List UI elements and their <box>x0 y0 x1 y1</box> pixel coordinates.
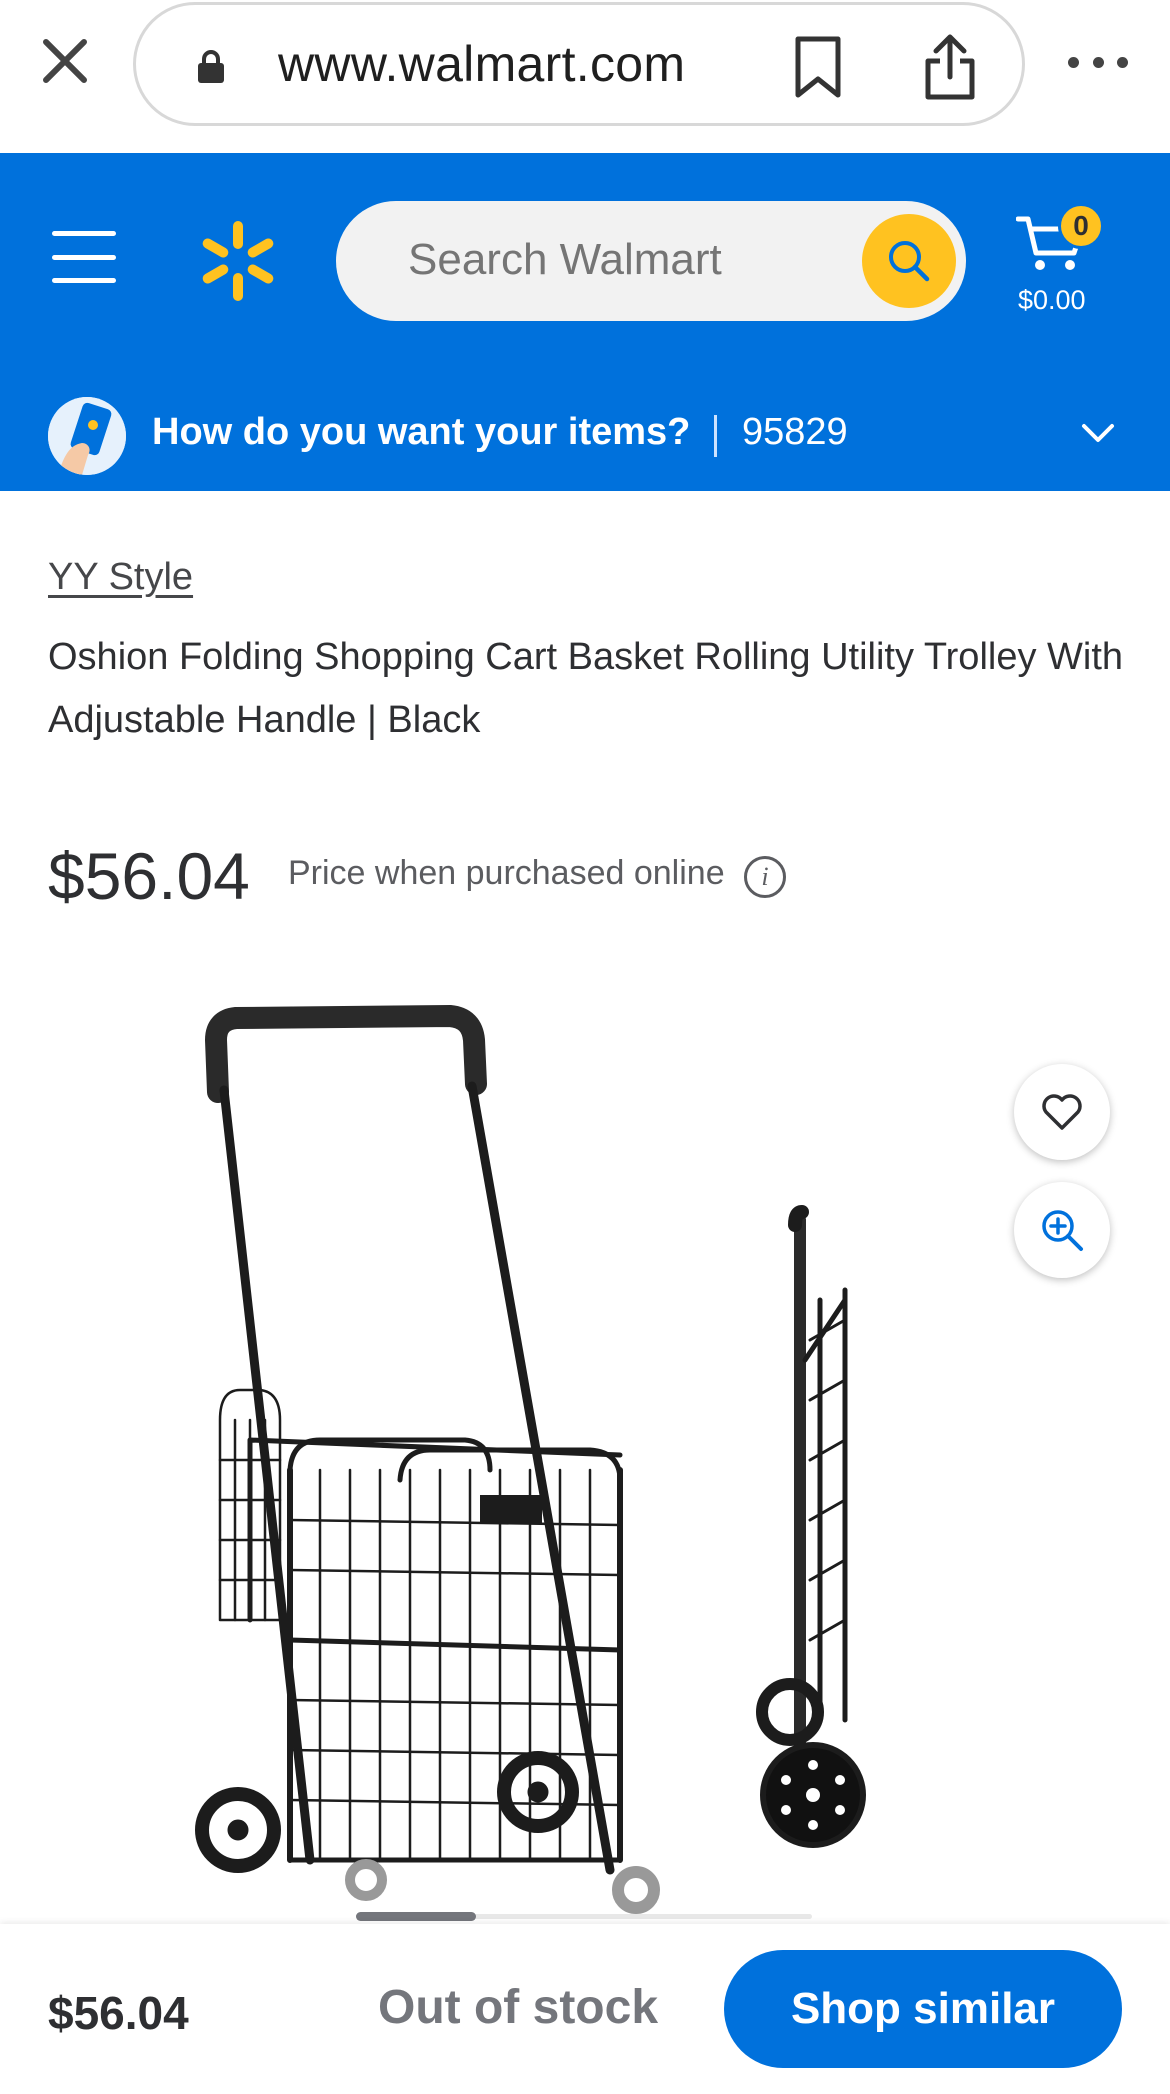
carousel-thumb[interactable] <box>356 1912 476 1921</box>
site-header: 0 $0.00 How do you want your items? 9582… <box>0 153 1170 491</box>
delivery-selector[interactable]: How do you want your items? 95829 <box>0 377 1170 491</box>
shop-similar-button[interactable]: Shop similar <box>724 1950 1122 2068</box>
divider <box>714 415 717 457</box>
zip-code: 95829 <box>742 411 848 453</box>
bottom-action-bar: $56.04 Out of stock Shop similar <box>0 1924 1170 2094</box>
product-title: Oshion Folding Shopping Cart Basket Roll… <box>48 636 1124 741</box>
product-image[interactable] <box>180 1000 900 1920</box>
stock-status: Out of stock <box>378 1981 659 2034</box>
spark-logo-icon[interactable] <box>196 219 280 303</box>
search-box <box>336 201 966 321</box>
menu-icon[interactable] <box>52 231 116 283</box>
cart-total: $0.00 <box>1018 285 1086 315</box>
product-price: $56.04 <box>48 839 250 913</box>
image-carousel-indicator <box>356 1912 812 1921</box>
zoom-button[interactable] <box>1014 1182 1110 1278</box>
bookmark-icon[interactable] <box>792 35 844 99</box>
close-button[interactable] <box>36 32 94 90</box>
close-icon <box>43 39 87 83</box>
cart-button[interactable]: 0 $0.00 <box>1010 203 1110 323</box>
more-icon[interactable] <box>1068 50 1128 74</box>
url-text: www.walmart.com <box>278 36 686 92</box>
cart-count-badge: 0 <box>1058 203 1104 249</box>
lock-icon <box>198 50 224 83</box>
bottom-price: $56.04 <box>48 1987 189 2039</box>
search-input[interactable] <box>408 235 838 285</box>
share-icon[interactable] <box>922 33 978 101</box>
heart-icon <box>1042 1094 1082 1130</box>
chevron-down-icon <box>1082 424 1114 442</box>
zoom-in-icon <box>1042 1210 1083 1251</box>
address-bar[interactable]: www.walmart.com <box>133 2 1025 126</box>
phone-hand-icon <box>48 397 126 475</box>
search-icon <box>889 241 930 282</box>
brand-link[interactable]: YY Style <box>48 556 193 599</box>
delivery-avatar <box>48 397 126 475</box>
browser-bar: www.walmart.com <box>0 0 1170 153</box>
price-note: Price when purchased online <box>288 854 725 892</box>
delivery-prompt: How do you want your items? <box>152 411 691 453</box>
search-button[interactable] <box>862 214 956 308</box>
info-icon[interactable]: i <box>744 856 786 898</box>
favorite-button[interactable] <box>1014 1064 1110 1160</box>
